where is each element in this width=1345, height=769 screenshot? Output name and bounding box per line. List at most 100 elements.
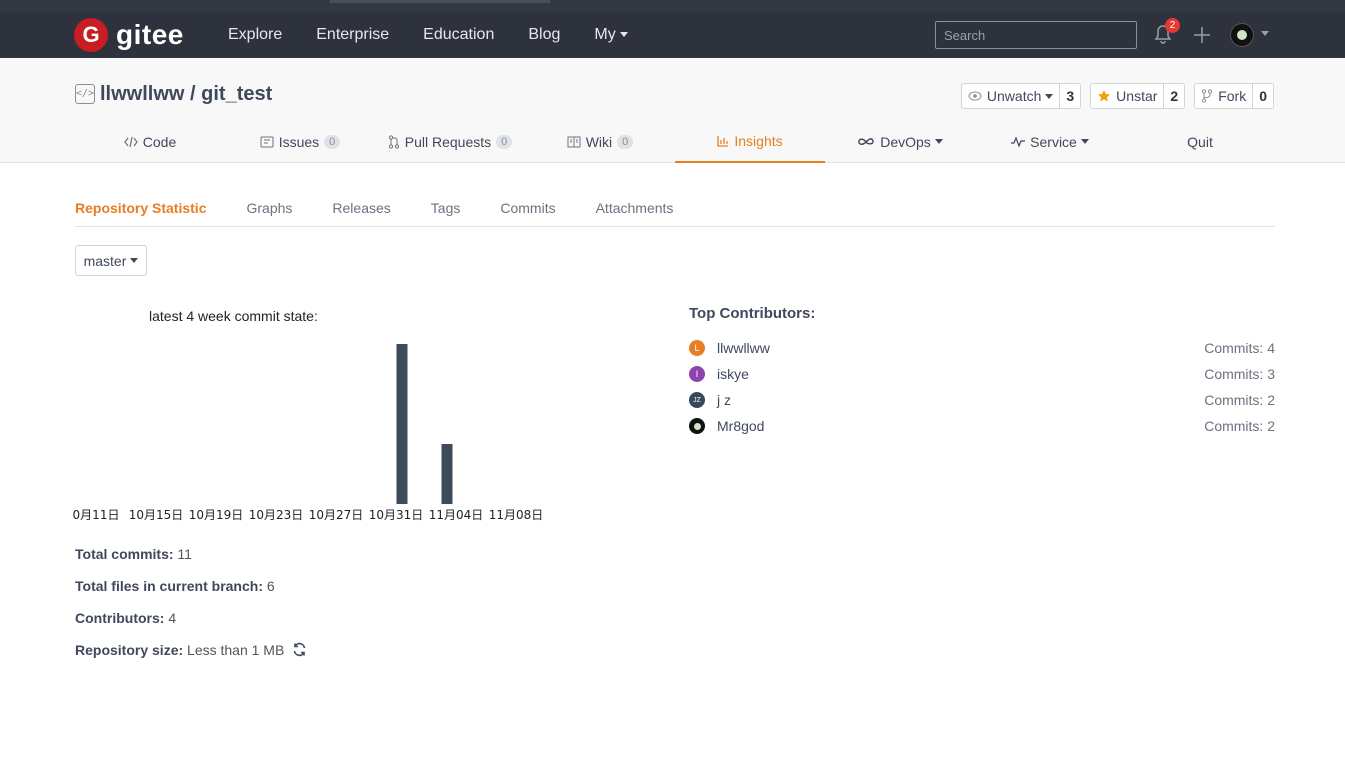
branch-label: master — [83, 252, 127, 269]
chart-tick-label: 10月19日 — [189, 508, 244, 522]
chevron-down-icon — [934, 139, 943, 144]
chart-tick-label: 10月27日 — [309, 508, 364, 522]
chart-tick-label: 10月15日 — [129, 508, 184, 522]
subnav-graphs[interactable]: Graphs — [246, 187, 292, 216]
bar-chart-icon — [717, 135, 729, 147]
infinity-icon — [857, 137, 875, 147]
tab-pull-requests[interactable]: Pull Requests 0 — [375, 120, 525, 163]
logo-mark-icon: G — [74, 18, 108, 52]
repo-owner-link[interactable]: llwwllww — [100, 83, 184, 105]
subnav-repository-statistic[interactable]: Repository Statistic — [75, 187, 206, 216]
stat-contributors: Contributors: 4 — [75, 610, 307, 642]
repo-separator: / — [190, 83, 196, 105]
tab-code-label: Code — [142, 133, 177, 150]
eye-icon — [968, 91, 982, 101]
unstar-button[interactable]: Unstar 2 — [1090, 83, 1186, 109]
top-navbar: G gitee Explore Enterprise Education Blo… — [0, 12, 1345, 58]
tab-service[interactable]: Service — [975, 120, 1125, 163]
notification-badge: 2 — [1165, 18, 1180, 33]
watch-count[interactable]: 3 — [1059, 84, 1080, 108]
wiki-count-badge: 0 — [617, 134, 634, 149]
logo-text: gitee — [116, 19, 184, 50]
subnav-commits[interactable]: Commits — [500, 187, 555, 216]
main-nav: Explore Enterprise Education Blog My — [228, 12, 662, 58]
chart-tick-label: 10月31日 — [369, 508, 424, 522]
star-icon — [1098, 90, 1111, 102]
nav-enterprise[interactable]: Enterprise — [316, 26, 389, 44]
stat-total-files: Total files in current branch: 6 — [75, 578, 307, 610]
stat-total-commits-value: 11 — [177, 546, 192, 562]
chart-bar — [396, 344, 408, 504]
contributor-commits: Commits: 2 — [1204, 418, 1275, 434]
nav-blog[interactable]: Blog — [528, 26, 560, 44]
fork-label: Fork — [1218, 88, 1247, 104]
chevron-down-icon — [130, 258, 139, 263]
tab-quit[interactable]: Quit — [1125, 120, 1275, 163]
stat-total-commits: Total commits: 11 — [75, 546, 307, 578]
repo-name-link[interactable]: git_test — [201, 83, 272, 105]
nav-explore[interactable]: Explore — [228, 26, 282, 44]
stat-contributors-value: 4 — [168, 610, 177, 626]
branch-select[interactable]: master — [75, 245, 147, 276]
stat-total-commits-label: Total commits: — [75, 546, 174, 562]
contributor-avatar[interactable]: L — [689, 340, 705, 356]
stat-repo-size-value: Less than 1 MB — [187, 642, 285, 658]
unwatch-button[interactable]: Unwatch 3 — [960, 83, 1082, 109]
stat-total-files-value: 6 — [266, 578, 275, 594]
tab-insights[interactable]: Insights — [675, 120, 825, 163]
contributor-commits: Commits: 2 — [1204, 392, 1275, 408]
chart-tick-label: 11月08日 — [489, 508, 544, 522]
fork-button[interactable]: Fork 0 — [1194, 83, 1274, 109]
unwatch-label: Unwatch — [986, 88, 1042, 104]
subnav-tags[interactable]: Tags — [431, 187, 461, 216]
chevron-down-icon — [1080, 139, 1089, 144]
avatar-chevron-down-icon[interactable] — [1261, 31, 1269, 36]
pulls-count-badge: 0 — [496, 134, 513, 149]
tab-wiki-label: Wiki — [585, 133, 613, 150]
user-avatar[interactable] — [1230, 23, 1254, 47]
contributor-avatar[interactable]: JZ — [689, 392, 705, 408]
chart-tick-label: 10月23日 — [249, 508, 304, 522]
fork-icon — [1202, 89, 1213, 103]
browser-top-strip — [0, 0, 1345, 12]
tab-devops-label: DevOps — [880, 133, 931, 150]
contributor-name[interactable]: llwwllww — [717, 340, 1204, 356]
tab-issues[interactable]: Issues 0 — [225, 120, 375, 163]
chart-title: latest 4 week commit state: — [149, 308, 318, 324]
fork-count[interactable]: 0 — [1252, 84, 1273, 108]
refresh-icon[interactable] — [292, 642, 307, 660]
search-input[interactable] — [935, 21, 1137, 49]
contributor-name[interactable]: iskye — [717, 366, 1204, 382]
tab-quit-label: Quit — [1187, 133, 1213, 150]
tab-wiki[interactable]: Wiki 0 — [525, 120, 675, 163]
tab-code[interactable]: Code — [75, 120, 225, 163]
contributor-name[interactable]: Mr8god — [717, 418, 1204, 434]
pulse-icon — [1011, 136, 1026, 147]
chart-tick-label: 0月11日 — [73, 508, 120, 522]
contributor-name[interactable]: j z — [717, 392, 1204, 408]
contributor-avatar[interactable]: I — [689, 366, 705, 382]
repo-title: llwwllww / git_test — [100, 83, 272, 106]
star-count[interactable]: 2 — [1163, 84, 1184, 108]
chevron-down-icon — [1045, 93, 1054, 99]
tab-service-label: Service — [1030, 133, 1077, 150]
repo-header: </> llwwllww / git_test Unwatch 3 Unstar… — [0, 58, 1345, 163]
gitee-logo[interactable]: G gitee — [74, 18, 184, 52]
tab-devops[interactable]: DevOps — [825, 120, 975, 163]
contributor-commits: Commits: 4 — [1204, 340, 1275, 356]
nav-my-label: My — [594, 26, 616, 43]
repo-code-icon: </> — [75, 84, 95, 104]
stat-total-files-label: Total files in current branch: — [75, 578, 263, 594]
plus-icon[interactable] — [1192, 25, 1212, 50]
stat-contributors-label: Contributors: — [75, 610, 165, 626]
commit-chart: 0月11日 10月15日 10月19日 10月23日 10月27日 10月31日 11月04… — [73, 344, 544, 522]
issues-count-badge: 0 — [324, 134, 341, 149]
contributor-avatar[interactable] — [689, 418, 705, 434]
repo-tabs: Code Issues 0 Pull Requests 0 Wiki 0 Ins… — [75, 120, 1275, 163]
subnav-attachments[interactable]: Attachments — [596, 187, 674, 216]
subnav-releases[interactable]: Releases — [332, 187, 390, 216]
tab-issues-label: Issues — [278, 133, 320, 150]
contributor-row: I iskye Commits: 3 — [689, 361, 1275, 387]
nav-my-dropdown[interactable]: My — [594, 26, 628, 44]
nav-education[interactable]: Education — [423, 26, 494, 44]
